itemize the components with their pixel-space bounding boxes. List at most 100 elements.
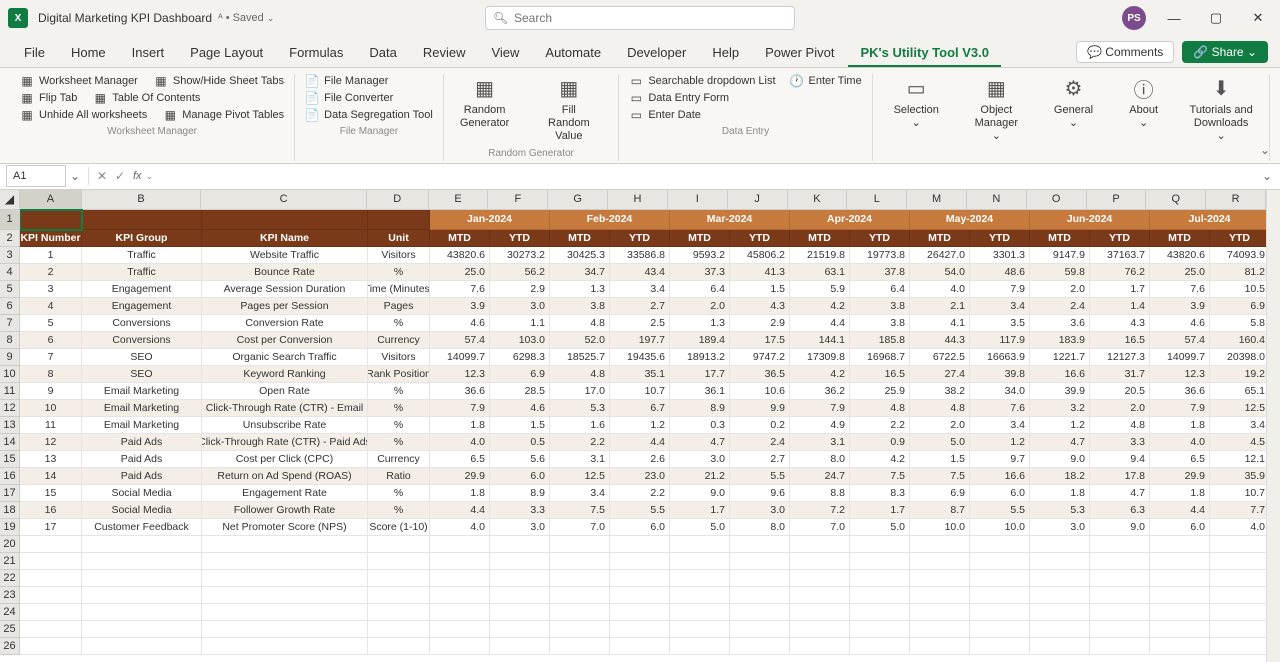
row-header-7[interactable]: 7 xyxy=(0,315,20,332)
cell-C17[interactable]: Engagement Rate xyxy=(202,485,368,502)
cell-C21[interactable] xyxy=(202,553,368,570)
tab-home[interactable]: Home xyxy=(59,39,118,67)
cell-E21[interactable] xyxy=(430,553,490,570)
cell-P17[interactable]: 4.7 xyxy=(1090,485,1150,502)
tab-data[interactable]: Data xyxy=(357,39,408,67)
cell-B2[interactable]: KPI Group xyxy=(82,230,202,247)
cell-Q10[interactable]: 12.3 xyxy=(1150,366,1210,383)
cell-O26[interactable] xyxy=(1030,638,1090,655)
cell-E13[interactable]: 1.8 xyxy=(430,417,490,434)
col-header-B[interactable]: B xyxy=(82,190,202,210)
cell-P15[interactable]: 9.4 xyxy=(1090,451,1150,468)
cell-E17[interactable]: 1.8 xyxy=(430,485,490,502)
select-all-corner[interactable]: ◢ xyxy=(0,190,20,210)
row-header-23[interactable]: 23 xyxy=(0,587,20,604)
cell-K22[interactable] xyxy=(790,570,850,587)
cell-B10[interactable]: SEO xyxy=(82,366,202,383)
cell-M8[interactable]: 44.3 xyxy=(910,332,970,349)
cell-A16[interactable]: 14 xyxy=(20,468,82,485)
cell-I15[interactable]: 3.0 xyxy=(670,451,730,468)
cell-M22[interactable] xyxy=(910,570,970,587)
cell-E11[interactable]: 36.6 xyxy=(430,383,490,400)
cell-P20[interactable] xyxy=(1090,536,1150,553)
cell-P18[interactable]: 6.3 xyxy=(1090,502,1150,519)
cell-L5[interactable]: 6.4 xyxy=(850,281,910,298)
cell-D10[interactable]: Rank Position xyxy=(368,366,430,383)
cell-A10[interactable]: 8 xyxy=(20,366,82,383)
cell-L24[interactable] xyxy=(850,604,910,621)
cell-K12[interactable]: 7.9 xyxy=(790,400,850,417)
cell-D22[interactable] xyxy=(368,570,430,587)
ribbon-worksheet-manager[interactable]: ▦Worksheet Manager xyxy=(20,74,138,88)
cell-M24[interactable] xyxy=(910,604,970,621)
cell-J21[interactable] xyxy=(730,553,790,570)
tab-insert[interactable]: Insert xyxy=(120,39,177,67)
cell-H15[interactable]: 2.6 xyxy=(610,451,670,468)
cell-C12[interactable]: Click-Through Rate (CTR) - Email xyxy=(202,400,368,417)
cell-J9[interactable]: 9747.2 xyxy=(730,349,790,366)
cell-R15[interactable]: 12.1 xyxy=(1210,451,1266,468)
tab-developer[interactable]: Developer xyxy=(615,39,698,67)
cell-C7[interactable]: Conversion Rate xyxy=(202,315,368,332)
cell-E6[interactable]: 3.9 xyxy=(430,298,490,315)
cell-J3[interactable]: 45806.2 xyxy=(730,247,790,264)
cell-K11[interactable]: 36.2 xyxy=(790,383,850,400)
cell-G17[interactable]: 3.4 xyxy=(550,485,610,502)
cell-D20[interactable] xyxy=(368,536,430,553)
cell-P5[interactable]: 1.7 xyxy=(1090,281,1150,298)
cell-A11[interactable]: 9 xyxy=(20,383,82,400)
expand-formula-icon[interactable]: ⌄ xyxy=(1262,169,1280,183)
cell-P26[interactable] xyxy=(1090,638,1150,655)
cell-N2[interactable]: YTD xyxy=(970,230,1030,247)
name-box-dropdown-icon[interactable]: ⌄ xyxy=(66,169,84,183)
cell-J22[interactable] xyxy=(730,570,790,587)
row-header-14[interactable]: 14 xyxy=(0,434,20,451)
cell-O1[interactable]: Jun-2024 xyxy=(1030,210,1150,230)
row-header-19[interactable]: 19 xyxy=(0,519,20,536)
col-header-P[interactable]: P xyxy=(1087,190,1147,210)
cell-G3[interactable]: 30425.3 xyxy=(550,247,610,264)
cell-P9[interactable]: 12127.3 xyxy=(1090,349,1150,366)
cell-J25[interactable] xyxy=(730,621,790,638)
cell-F8[interactable]: 103.0 xyxy=(490,332,550,349)
cell-M17[interactable]: 6.9 xyxy=(910,485,970,502)
cell-G10[interactable]: 4.8 xyxy=(550,366,610,383)
cell-O20[interactable] xyxy=(1030,536,1090,553)
cell-G1[interactable]: Feb-2024 xyxy=(550,210,670,230)
cell-B26[interactable] xyxy=(82,638,202,655)
cell-H21[interactable] xyxy=(610,553,670,570)
cell-Q9[interactable]: 14099.7 xyxy=(1150,349,1210,366)
cell-I7[interactable]: 1.3 xyxy=(670,315,730,332)
vertical-scrollbar[interactable] xyxy=(1266,190,1280,662)
cell-E15[interactable]: 6.5 xyxy=(430,451,490,468)
cell-N20[interactable] xyxy=(970,536,1030,553)
cell-Q4[interactable]: 25.0 xyxy=(1150,264,1210,281)
cell-G9[interactable]: 18525.7 xyxy=(550,349,610,366)
tab-review[interactable]: Review xyxy=(411,39,478,67)
row-header-1[interactable]: 1 xyxy=(0,210,20,230)
cell-N7[interactable]: 3.5 xyxy=(970,315,1030,332)
cell-E9[interactable]: 14099.7 xyxy=(430,349,490,366)
cell-M18[interactable]: 8.7 xyxy=(910,502,970,519)
cell-F13[interactable]: 1.5 xyxy=(490,417,550,434)
cell-B12[interactable]: Email Marketing xyxy=(82,400,202,417)
row-header-13[interactable]: 13 xyxy=(0,417,20,434)
cell-R17[interactable]: 10.7 xyxy=(1210,485,1266,502)
cell-C14[interactable]: Click-Through Rate (CTR) - Paid Ads xyxy=(202,434,368,451)
col-header-E[interactable]: E xyxy=(429,190,489,210)
cell-H17[interactable]: 2.2 xyxy=(610,485,670,502)
cell-P14[interactable]: 3.3 xyxy=(1090,434,1150,451)
cell-E16[interactable]: 29.9 xyxy=(430,468,490,485)
row-header-8[interactable]: 8 xyxy=(0,332,20,349)
cell-A19[interactable]: 17 xyxy=(20,519,82,536)
cell-I3[interactable]: 9593.2 xyxy=(670,247,730,264)
cell-A6[interactable]: 4 xyxy=(20,298,82,315)
cell-I4[interactable]: 37.3 xyxy=(670,264,730,281)
cell-J19[interactable]: 8.0 xyxy=(730,519,790,536)
cell-Q6[interactable]: 3.9 xyxy=(1150,298,1210,315)
cell-F11[interactable]: 28.5 xyxy=(490,383,550,400)
cell-B8[interactable]: Conversions xyxy=(82,332,202,349)
cell-I18[interactable]: 1.7 xyxy=(670,502,730,519)
cell-B5[interactable]: Engagement xyxy=(82,281,202,298)
ribbon-tutorials-and-downloads[interactable]: ⬇Tutorials andDownloads ⌄ xyxy=(1183,74,1259,144)
